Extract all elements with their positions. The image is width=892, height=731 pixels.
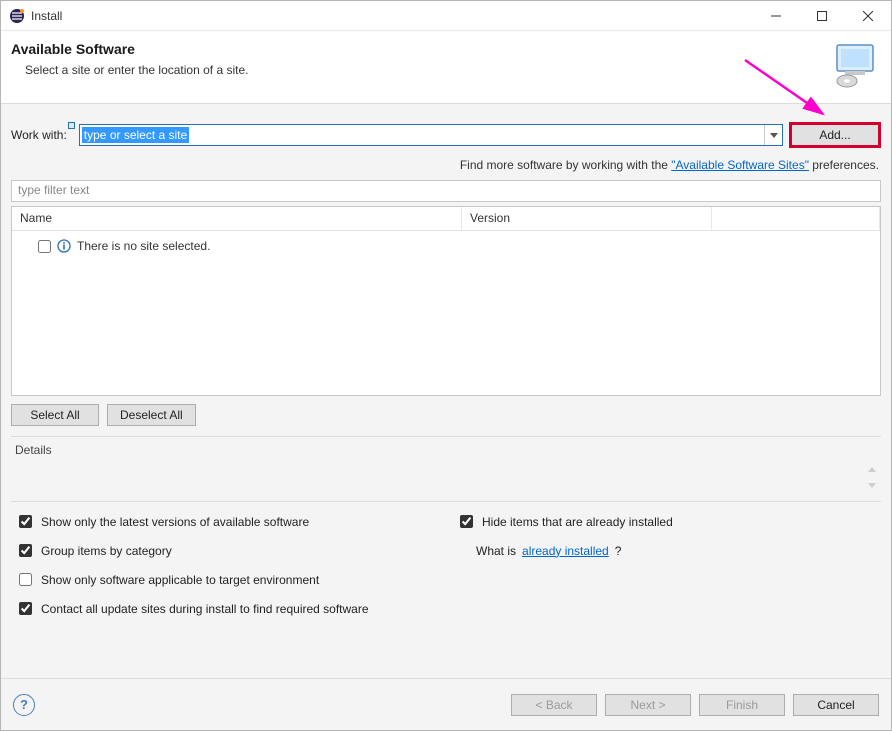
checkbox-latest-only[interactable] [19, 515, 32, 528]
maximize-button[interactable] [799, 1, 845, 31]
table-header: Name Version [12, 207, 880, 231]
close-button[interactable] [845, 1, 891, 31]
cancel-button[interactable]: Cancel [793, 694, 879, 716]
help-icon[interactable]: ? [13, 694, 35, 716]
chevron-up-icon[interactable] [865, 463, 879, 475]
sites-hint: Find more software by working with the "… [11, 158, 879, 172]
separator [11, 501, 881, 502]
next-button[interactable]: Next > [605, 694, 691, 716]
chevron-down-icon[interactable] [865, 479, 879, 491]
install-wizard-icon [831, 41, 879, 89]
page-title: Available Software [11, 41, 823, 57]
details-section: Details [11, 436, 881, 495]
option-hide-installed[interactable]: Hide items that are already installed [456, 512, 877, 531]
options-grid: Show only the latest versions of availab… [11, 512, 881, 628]
work-with-row: Work with: type or select a site Add... [11, 122, 881, 148]
window-title: Install [31, 9, 62, 23]
option-latest-only[interactable]: Show only the latest versions of availab… [15, 512, 436, 531]
available-software-sites-link[interactable]: "Available Software Sites" [671, 158, 809, 172]
row-message: There is no site selected. [77, 239, 210, 253]
checkbox-hide-installed[interactable] [460, 515, 473, 528]
what-is-installed: What is already installed? [456, 541, 877, 560]
details-scroll[interactable] [865, 463, 879, 491]
add-button[interactable]: Add... [789, 122, 881, 148]
wizard-body: Work with: type or select a site Add... … [1, 104, 891, 678]
checkbox-contact-all[interactable] [19, 602, 32, 615]
info-icon [57, 239, 71, 253]
details-text[interactable] [11, 461, 881, 495]
page-subtitle: Select a site or enter the location of a… [11, 63, 823, 77]
table-row[interactable]: There is no site selected. [20, 237, 872, 255]
work-with-placeholder: type or select a site [82, 127, 189, 143]
checkbox-target-env[interactable] [19, 573, 32, 586]
already-installed-link[interactable]: already installed [522, 544, 609, 558]
row-checkbox[interactable] [38, 240, 51, 253]
install-dialog: Install Available Software Select a site… [0, 0, 892, 731]
titlebar: Install [1, 1, 891, 31]
eclipse-icon [9, 8, 25, 24]
selection-buttons: Select All Deselect All [11, 404, 881, 426]
details-label: Details [11, 441, 881, 461]
column-name[interactable]: Name [12, 207, 462, 230]
checkbox-group-category[interactable] [19, 544, 32, 557]
option-group-category[interactable]: Group items by category [15, 541, 436, 560]
minimize-button[interactable] [753, 1, 799, 31]
table-body[interactable]: There is no site selected. [12, 231, 880, 395]
option-contact-all[interactable]: Contact all update sites during install … [15, 599, 877, 618]
wizard-footer: ? < Back Next > Finish Cancel [1, 678, 891, 730]
filter-input[interactable]: type filter text [11, 180, 881, 202]
work-with-combo[interactable]: type or select a site [79, 124, 783, 146]
option-target-env[interactable]: Show only software applicable to target … [15, 570, 436, 589]
wizard-header: Available Software Select a site or ente… [1, 31, 891, 104]
select-all-button[interactable]: Select All [11, 404, 99, 426]
finish-button[interactable]: Finish [699, 694, 785, 716]
work-with-input[interactable]: type or select a site [80, 125, 764, 145]
work-with-label: Work with: [11, 128, 73, 142]
chevron-down-icon[interactable] [764, 125, 782, 145]
field-assist-icon [68, 122, 75, 129]
column-version[interactable]: Version [462, 207, 712, 230]
deselect-all-button[interactable]: Deselect All [107, 404, 196, 426]
software-table: Name Version There is no site selected. [11, 206, 881, 396]
back-button[interactable]: < Back [511, 694, 597, 716]
